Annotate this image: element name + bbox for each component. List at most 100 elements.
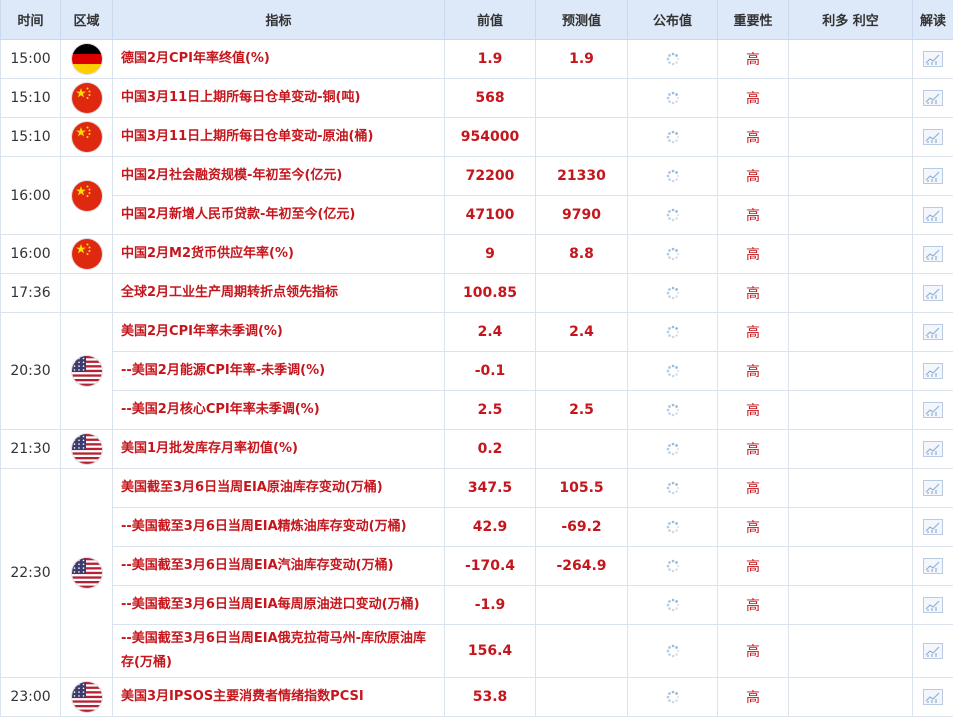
indicator-link[interactable]: --美国2月能源CPI年率-未季调(%) — [112, 351, 445, 391]
indicator-link[interactable]: 美国3月IPSOS主要消费者情绪指数PCSI — [112, 677, 445, 717]
indicator-link[interactable]: --美国2月核心CPI年率未季调(%) — [112, 390, 445, 430]
analysis-chart-icon[interactable] — [923, 689, 943, 705]
forecast-value: -69.2 — [535, 507, 628, 547]
header-previous: 前值 — [444, 0, 536, 40]
analysis-cell[interactable] — [912, 677, 953, 717]
analysis-cell[interactable] — [912, 507, 953, 547]
analysis-chart-icon[interactable] — [923, 519, 943, 535]
region-cell — [60, 117, 113, 157]
analysis-cell[interactable] — [912, 546, 953, 586]
analysis-chart-icon[interactable] — [923, 363, 943, 379]
region-cell — [60, 429, 113, 469]
event-time: 15:00 — [0, 39, 61, 79]
loading-spinner-icon — [666, 644, 680, 658]
event-time: 15:10 — [0, 78, 61, 118]
indicator-link[interactable]: 美国截至3月6日当周EIA原油库存变动(万桶) — [112, 468, 445, 508]
indicator-link[interactable]: --美国截至3月6日当周EIA每周原油进口变动(万桶) — [112, 585, 445, 625]
loading-spinner-icon — [666, 520, 680, 534]
usa-flag-icon — [71, 434, 102, 464]
analysis-cell[interactable] — [912, 273, 953, 313]
importance-value: 高 — [717, 195, 789, 235]
forecast-value — [535, 429, 628, 469]
header-actual: 公布值 — [627, 0, 718, 40]
header-impact: 利多 利空 — [788, 0, 913, 40]
analysis-cell[interactable] — [912, 117, 953, 157]
importance-value: 高 — [717, 78, 789, 118]
analysis-cell[interactable] — [912, 390, 953, 430]
forecast-value — [535, 78, 628, 118]
previous-value: 2.4 — [444, 312, 536, 352]
loading-spinner-icon — [666, 403, 680, 417]
previous-value: -0.1 — [444, 351, 536, 391]
importance-value: 高 — [717, 117, 789, 157]
analysis-chart-icon[interactable] — [923, 246, 943, 262]
analysis-chart-icon[interactable] — [923, 480, 943, 496]
table-row: 15:10 中国3月11日上期所每日仓单变动-铜(吨) 568 高 — [0, 78, 953, 118]
analysis-chart-icon[interactable] — [923, 51, 943, 67]
analysis-chart-icon[interactable] — [923, 90, 943, 106]
indicator-link[interactable]: 德国2月CPI年率终值(%) — [112, 39, 445, 79]
impact-cell — [788, 507, 913, 547]
analysis-chart-icon[interactable] — [923, 207, 943, 223]
loading-spinner-icon — [666, 364, 680, 378]
importance-value: 高 — [717, 39, 789, 79]
previous-value: 47100 — [444, 195, 536, 235]
previous-value: -170.4 — [444, 546, 536, 586]
importance-value: 高 — [717, 273, 789, 313]
analysis-chart-icon[interactable] — [923, 643, 943, 659]
indicator-link[interactable]: --美国截至3月6日当周EIA汽油库存变动(万桶) — [112, 546, 445, 586]
previous-value: 72200 — [444, 156, 536, 196]
forecast-value: 2.5 — [535, 390, 628, 430]
analysis-chart-icon[interactable] — [923, 441, 943, 457]
analysis-cell[interactable] — [912, 312, 953, 352]
indicator-link[interactable]: 美国2月CPI年率未季调(%) — [112, 312, 445, 352]
header-forecast: 预测值 — [535, 0, 628, 40]
forecast-value — [535, 624, 628, 678]
analysis-chart-icon[interactable] — [923, 129, 943, 145]
analysis-cell[interactable] — [912, 234, 953, 274]
forecast-value — [535, 351, 628, 391]
impact-cell — [788, 546, 913, 586]
analysis-chart-icon[interactable] — [923, 285, 943, 301]
economic-calendar-table: 时间 区域 指标 前值 预测值 公布值 重要性 利多 利空 解读 15:00 德国… — [0, 0, 953, 717]
region-cell — [60, 273, 113, 313]
indicator-link[interactable]: 中国3月11日上期所每日仓单变动-铜(吨) — [112, 78, 445, 118]
analysis-chart-icon[interactable] — [923, 597, 943, 613]
analysis-cell[interactable] — [912, 429, 953, 469]
analysis-cell[interactable] — [912, 156, 953, 196]
forecast-value: 1.9 — [535, 39, 628, 79]
indicator-link[interactable]: --美国截至3月6日当周EIA俄克拉荷马州-库欣原油库存(万桶) — [112, 624, 445, 678]
event-time: 16:00 — [0, 156, 61, 235]
analysis-chart-icon[interactable] — [923, 402, 943, 418]
indicator-link[interactable]: 中国2月社会融资规模-年初至今(亿元) — [112, 156, 445, 196]
loading-spinner-icon — [666, 52, 680, 66]
importance-value: 高 — [717, 468, 789, 508]
loading-spinner-icon — [666, 130, 680, 144]
indicator-link[interactable]: 美国1月批发库存月率初值(%) — [112, 429, 445, 469]
actual-value-cell — [627, 273, 718, 313]
analysis-chart-icon[interactable] — [923, 324, 943, 340]
analysis-cell[interactable] — [912, 585, 953, 625]
analysis-cell[interactable] — [912, 624, 953, 678]
analysis-cell[interactable] — [912, 351, 953, 391]
indicator-link[interactable]: 全球2月工业生产周期转折点领先指标 — [112, 273, 445, 313]
analysis-cell[interactable] — [912, 195, 953, 235]
indicator-link[interactable]: 中国3月11日上期所每日仓单变动-原油(桶) — [112, 117, 445, 157]
loading-spinner-icon — [666, 325, 680, 339]
actual-value-cell — [627, 312, 718, 352]
impact-cell — [788, 234, 913, 274]
impact-cell — [788, 312, 913, 352]
analysis-cell[interactable] — [912, 468, 953, 508]
impact-cell — [788, 351, 913, 391]
analysis-cell[interactable] — [912, 39, 953, 79]
indicator-link[interactable]: 中国2月新增人民币贷款-年初至今(亿元) — [112, 195, 445, 235]
indicator-link[interactable]: 中国2月M2货币供应年率(%) — [112, 234, 445, 274]
analysis-cell[interactable] — [912, 78, 953, 118]
actual-value-cell — [627, 390, 718, 430]
indicator-link[interactable]: --美国截至3月6日当周EIA精炼油库存变动(万桶) — [112, 507, 445, 547]
actual-value-cell — [627, 507, 718, 547]
table-row: 16:00 中国2月M2货币供应年率(%) 9 8.8 高 — [0, 234, 953, 274]
impact-cell — [788, 273, 913, 313]
analysis-chart-icon[interactable] — [923, 558, 943, 574]
analysis-chart-icon[interactable] — [923, 168, 943, 184]
